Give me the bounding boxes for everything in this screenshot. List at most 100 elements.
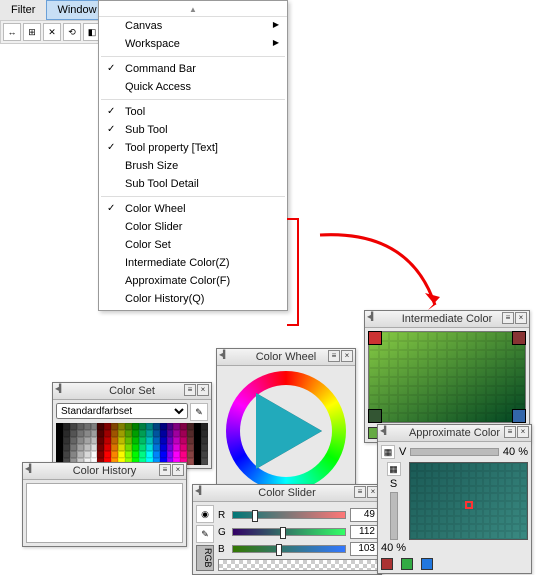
history-area[interactable] [26,483,183,543]
swatch[interactable] [201,423,208,430]
swatch[interactable] [63,430,70,437]
swatch[interactable] [63,444,70,451]
preset-select[interactable]: Standardfarbset [56,403,188,419]
axis-btn[interactable]: ▦ [387,462,401,476]
swatch[interactable] [173,437,180,444]
swatch[interactable] [125,444,132,451]
swatch[interactable] [167,451,174,458]
swatch[interactable] [97,437,104,444]
swatch[interactable] [201,451,208,458]
swatch[interactable] [201,437,208,444]
menu-item[interactable]: Quick Access [99,78,287,96]
r-value[interactable]: 49 [350,508,378,522]
swatch[interactable] [84,444,91,451]
swatch[interactable] [97,444,104,451]
swatch[interactable] [104,423,111,430]
swatch[interactable] [146,430,153,437]
swatch[interactable] [139,423,146,430]
grip-icon[interactable]: ◂▍ [55,384,65,393]
color-swatch-grid[interactable] [56,423,208,465]
swatch[interactable] [111,437,118,444]
menu-item[interactable]: ✓Color Wheel [99,200,287,218]
swatch[interactable] [180,444,187,451]
grip-icon[interactable]: ◂▍ [25,464,35,473]
swatch[interactable] [139,430,146,437]
color-wheel[interactable] [226,371,346,491]
swatch[interactable] [104,430,111,437]
swatch[interactable] [139,444,146,451]
mode-tab[interactable]: RGB [196,545,214,571]
b-value[interactable]: 103 [350,542,378,556]
swatch[interactable] [77,437,84,444]
menu-item[interactable]: Color History(Q) [99,290,287,308]
menu-item[interactable]: Color Slider [99,218,287,236]
swatch[interactable] [56,451,63,458]
close-icon[interactable]: × [341,350,353,362]
swatch[interactable] [125,451,132,458]
swatch[interactable] [180,437,187,444]
swatch[interactable] [180,451,187,458]
opacity-slider[interactable] [218,559,378,571]
swatch[interactable] [104,437,111,444]
swatch[interactable] [125,423,132,430]
swatch[interactable] [70,423,77,430]
swatch[interactable] [70,451,77,458]
preset-tool-icon[interactable]: ✎ [190,403,208,421]
swatch[interactable] [173,451,180,458]
swatch[interactable] [132,423,139,430]
swatch[interactable] [187,437,194,444]
swatch[interactable] [194,451,201,458]
swatch[interactable] [139,451,146,458]
swatch[interactable] [77,423,84,430]
swatch[interactable] [111,444,118,451]
swatch[interactable] [160,444,167,451]
approximate-grid[interactable] [409,462,528,540]
axis-btn[interactable]: ▦ [381,445,395,459]
menu-item[interactable]: ✓Command Bar [99,60,287,78]
swatch[interactable] [153,423,160,430]
menu-item[interactable]: ✓Tool [99,103,287,121]
swatch[interactable] [167,423,174,430]
menu-filter[interactable]: Filter [0,0,46,20]
swatch[interactable] [56,444,63,451]
swatch[interactable] [111,451,118,458]
swatch[interactable] [173,444,180,451]
swatch[interactable] [91,423,98,430]
b-slider[interactable] [232,545,346,553]
collapse-icon[interactable]: ▲ [99,3,287,17]
swatch[interactable] [146,437,153,444]
swatch[interactable] [194,437,201,444]
color-triangle[interactable] [256,393,322,469]
swatch[interactable] [146,451,153,458]
swatch[interactable] [125,430,132,437]
toolbar-button[interactable]: ✕ [43,23,61,41]
swatch[interactable] [91,430,98,437]
picker-icon[interactable]: ◉ [196,505,214,523]
swatch[interactable] [132,444,139,451]
swatch[interactable] [160,437,167,444]
grip-icon[interactable]: ◂▍ [380,426,390,435]
swatch[interactable] [118,444,125,451]
grip-icon[interactable]: ◂▍ [195,486,205,495]
swatch[interactable] [187,451,194,458]
r-slider[interactable] [232,511,346,519]
menu-item[interactable]: ✓Tool property [Text] [99,139,287,157]
swatch[interactable] [187,458,194,465]
swatch[interactable] [118,430,125,437]
swatch[interactable] [63,451,70,458]
swatch[interactable] [91,437,98,444]
toolbar-button[interactable]: ⊞ [23,23,41,41]
swatch[interactable] [104,444,111,451]
menu-item[interactable]: Color Set [99,236,287,254]
swatch[interactable] [125,437,132,444]
swatch[interactable] [56,430,63,437]
swatch[interactable] [56,423,63,430]
grip-icon[interactable]: ◂▍ [367,312,377,321]
swatch[interactable] [201,430,208,437]
menu-icon[interactable]: ≡ [159,464,171,476]
swatch[interactable] [84,430,91,437]
close-icon[interactable]: × [172,464,184,476]
swatch[interactable] [97,423,104,430]
close-icon[interactable]: × [517,426,529,438]
swatch[interactable] [160,430,167,437]
